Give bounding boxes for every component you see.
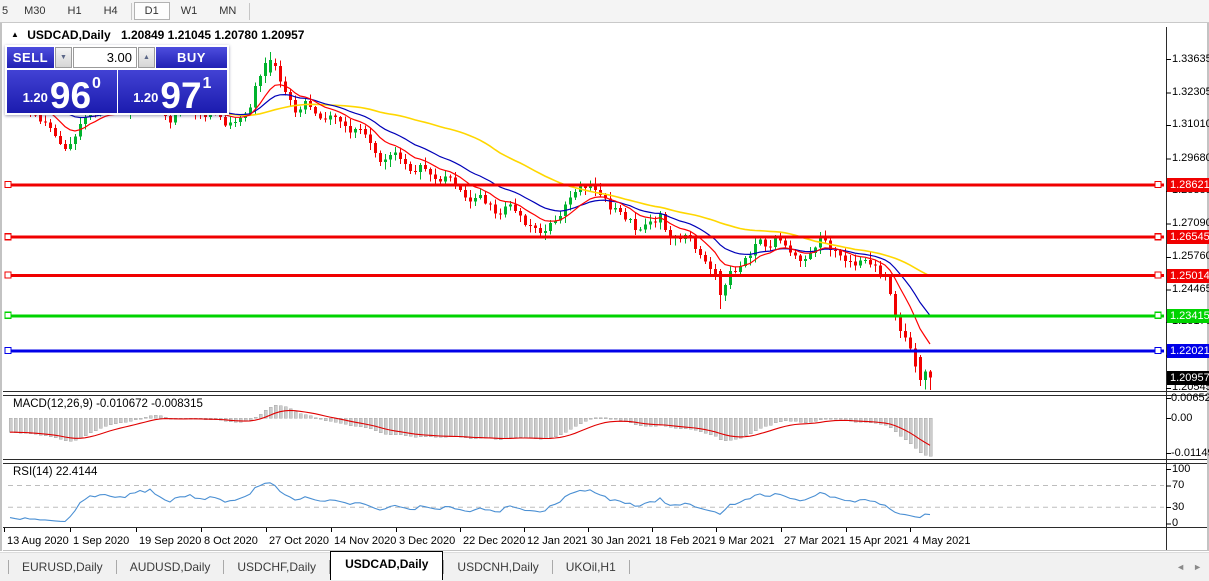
rsi-label: RSI(14) 22.4144 <box>13 466 98 478</box>
timeframe-toolbar: 5 M30 H1 H4 D1 W1 MN <box>0 0 1209 23</box>
price-tick-label: 1.27090 <box>1172 216 1209 229</box>
price-tick-label: 1.29680 <box>1172 151 1209 164</box>
timeframe-MN[interactable]: MN <box>208 2 247 20</box>
tab-EURUSD-Daily[interactable]: EURUSD,Daily <box>9 554 116 580</box>
tab-UKOil-H1[interactable]: UKOil,H1 <box>553 554 629 580</box>
date-tick-label: 3 Dec 2020 <box>399 535 456 547</box>
buy-price-button[interactable]: 1.20 97 1 <box>117 70 227 116</box>
volume-decrease-button[interactable]: ▼ <box>55 47 72 68</box>
date-tick-label: 18 Feb 2021 <box>655 535 717 547</box>
spin-up-icon: ▲ <box>143 54 150 61</box>
volume-increase-button[interactable]: ▲ <box>138 47 155 68</box>
date-tick-label: 14 Nov 2020 <box>334 535 397 547</box>
rsi-tick-label: 100 <box>1172 462 1191 475</box>
level-price-badge: 1.23415 <box>1167 308 1209 323</box>
price-tick-label: 1.32305 <box>1172 85 1209 98</box>
chart-ohlc-values: 1.20849 1.21045 1.20780 1.20957 <box>120 28 305 42</box>
sell-price-prefix: 1.20 <box>22 90 48 105</box>
rsi-tick-label: 30 <box>1172 500 1185 513</box>
buy-price-pips: 97 <box>160 74 202 116</box>
trade-panel-price-row: 1.20 96 0 1.20 97 1 <box>7 70 227 116</box>
date-tick-label: 15 Apr 2021 <box>849 535 909 547</box>
macd-tick-label: 0.00 <box>1171 411 1193 424</box>
timeframe-D1[interactable]: D1 <box>133 2 170 20</box>
date-tick-label: 4 May 2021 <box>913 535 971 547</box>
date-tick-label: 27 Oct 2020 <box>269 535 329 547</box>
tab-USDCNH-Daily[interactable]: USDCNH,Daily <box>444 554 551 580</box>
chart-overlays: ▲ USDCAD,Daily 1.20849 1.21045 1.20780 1… <box>0 0 1209 580</box>
tab-AUDUSD-Daily[interactable]: AUDUSD,Daily <box>117 554 224 580</box>
date-tick-label: 19 Sep 2020 <box>139 535 202 547</box>
level-price-badge: 1.28621 <box>1167 178 1209 192</box>
date-tick-label: 27 Mar 2021 <box>784 535 846 547</box>
macd-tick-label: 0.006521 <box>1171 391 1209 404</box>
level-price-badge: 1.26545 <box>1167 230 1209 245</box>
date-tick-label: 22 Dec 2020 <box>463 535 526 547</box>
date-tick-label: 12 Jan 2021 <box>527 535 588 547</box>
buy-price-point: 1 <box>202 75 212 92</box>
current-price-badge: 1.20957 <box>1167 370 1209 385</box>
volume-input[interactable] <box>73 47 137 68</box>
price-tick-label: 1.31010 <box>1172 118 1209 131</box>
level-price-badge: 1.22021 <box>1167 343 1209 358</box>
price-tick-label: 1.24465 <box>1172 282 1209 295</box>
date-tick-label: 1 Sep 2020 <box>73 535 130 547</box>
macd-tick-label: -0.01149 <box>1171 446 1209 459</box>
level-price-badge: 1.25014 <box>1167 268 1209 283</box>
toolbar-separator <box>249 2 251 20</box>
one-click-trading-panel: SELL ▼ ▲ BUY 1.20 96 0 1.20 97 <box>5 45 229 115</box>
chart-symbol-period: USDCAD,Daily <box>27 28 111 42</box>
tab-scroll-right-icon[interactable]: ► <box>1193 562 1202 572</box>
timeframe-M30[interactable]: M30 <box>13 2 56 20</box>
date-tick-label: 13 Aug 2020 <box>7 535 69 547</box>
sell-price-point: 0 <box>92 75 101 92</box>
chart-tab-bar: EURUSD,Daily AUDUSD,Daily USDCHF,Daily USDC… <box>0 550 1209 581</box>
timeframe-H4[interactable]: H4 <box>93 2 129 20</box>
date-tick-label: 8 Oct 2020 <box>204 535 258 547</box>
collapse-icon[interactable]: ▲ <box>11 30 19 39</box>
chart-title: ▲ USDCAD,Daily 1.20849 1.21045 1.20780 1… <box>11 28 304 42</box>
trade-panel-top-row: SELL ▼ ▲ BUY <box>7 47 227 68</box>
timeframe-H1[interactable]: H1 <box>57 2 93 20</box>
date-tick-label: 9 Mar 2021 <box>719 535 775 547</box>
sell-button[interactable]: SELL <box>7 47 54 68</box>
tab-scroll-left-icon[interactable]: ◄ <box>1176 562 1185 572</box>
rsi-tick-label: 0 <box>1172 517 1179 529</box>
timeframe-5[interactable]: 5 <box>0 2 13 20</box>
buy-price-prefix: 1.20 <box>133 90 159 105</box>
sell-price-button[interactable]: 1.20 96 0 <box>7 70 117 116</box>
price-tick-label: 1.25760 <box>1172 250 1209 263</box>
tab-USDCHF-Daily[interactable]: USDCHF,Daily <box>224 554 329 580</box>
price-tick-label: 1.33635 <box>1172 52 1209 65</box>
date-tick-label: 30 Jan 2021 <box>591 535 652 547</box>
toolbar-separator <box>130 2 132 20</box>
sell-price-pips: 96 <box>49 74 92 116</box>
macd-label: MACD(12,26,9) -0.010672 -0.008315 <box>13 398 203 410</box>
tab-separator <box>628 560 630 574</box>
buy-button[interactable]: BUY <box>156 47 227 68</box>
tab-USDCAD-Daily[interactable]: USDCAD,Daily <box>330 550 444 580</box>
spin-down-icon: ▼ <box>60 54 67 61</box>
rsi-tick-label: 70 <box>1172 478 1185 491</box>
timeframe-W1[interactable]: W1 <box>170 2 209 20</box>
chart-tabs: EURUSD,Daily AUDUSD,Daily USDCHF,Daily USDC… <box>0 550 1209 581</box>
